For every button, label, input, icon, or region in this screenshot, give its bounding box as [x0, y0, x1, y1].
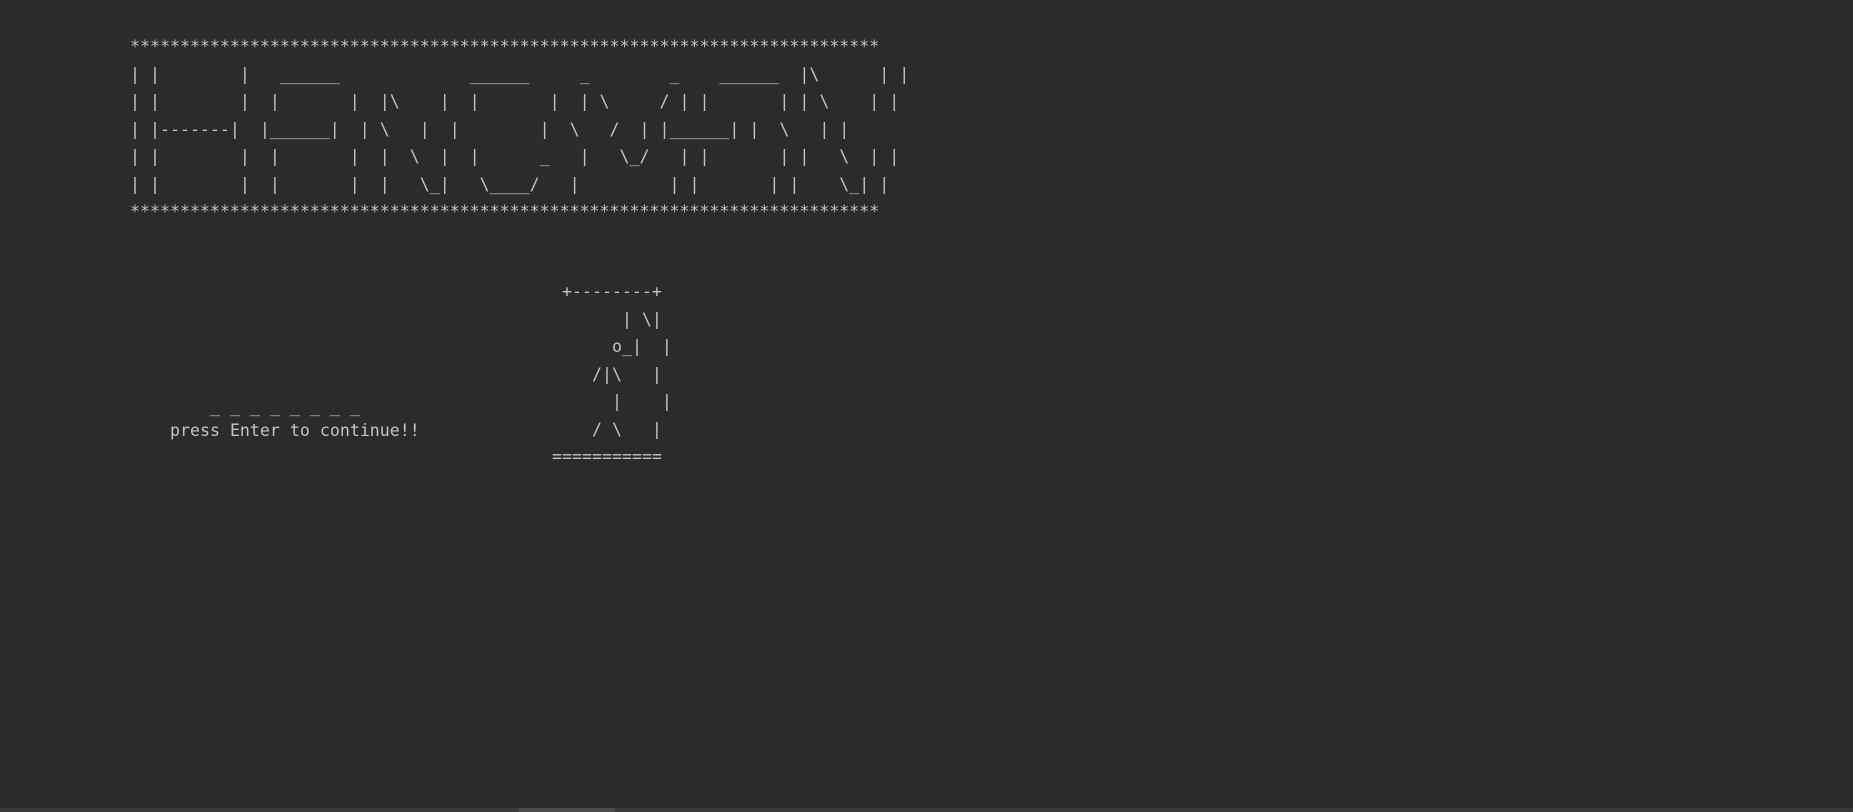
banner-border-bottom: ****************************************… [130, 202, 880, 221]
horizontal-scrollbar[interactable] [0, 808, 1853, 812]
scrollbar-thumb[interactable] [519, 808, 615, 812]
gallows-top-beam: +--------+ [562, 282, 662, 301]
banner-line-5: | | | | | | \_| \____/ | | | | | \_| | [130, 174, 890, 194]
banner-line-3: | |-------| |______| | \ | | | \ / | |__… [130, 119, 850, 139]
gallows-line-6: / \ | [572, 419, 662, 439]
gallows-line-4: /|\ | [572, 364, 662, 384]
gallows-line-3: o_| | [582, 337, 672, 356]
banner-line-2: | | | | | |\ | | | | \ / | | | | \ | | [130, 92, 900, 111]
banner-line-1: | | | ______ ______ _ _ ______ |\ | | [130, 64, 910, 84]
gallows-line-5: | | [582, 392, 672, 411]
console-output: ****************************************… [0, 0, 1853, 808]
gallows-base: =========== [552, 447, 662, 466]
banner-border-top: ****************************************… [130, 37, 880, 56]
banner-line-4: | | | | | | \ | | _ | \_/ | | | | \ | | [130, 147, 900, 166]
gallows-line-2: | \| [572, 309, 662, 329]
continue-prompt: press Enter to continue!! [170, 421, 420, 440]
